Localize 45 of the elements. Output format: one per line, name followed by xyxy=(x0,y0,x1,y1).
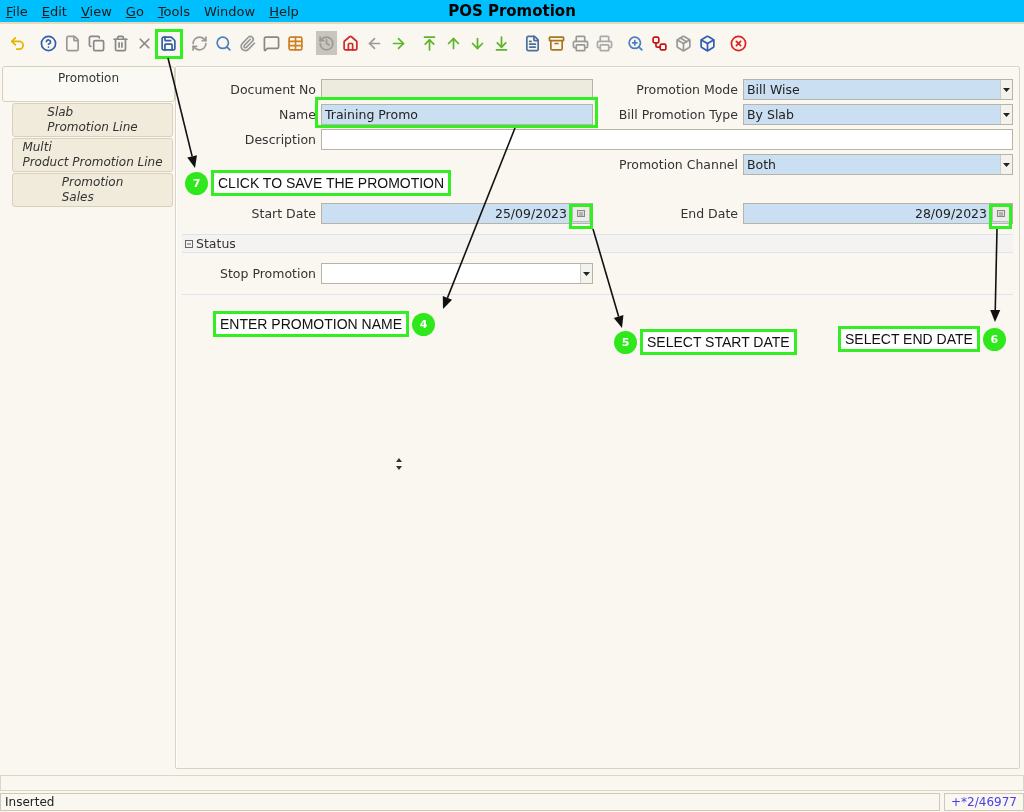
date-field[interactable]: 28/09/2023 xyxy=(743,203,1013,224)
field-label: Stop Promotion xyxy=(219,266,316,281)
menu-item[interactable]: Window xyxy=(203,3,256,19)
step-number: 7 xyxy=(185,171,208,195)
field-label: Start Date xyxy=(250,206,316,221)
callout-text: SELECT START DATE xyxy=(640,329,797,355)
dropdown-field[interactable]: By Slab xyxy=(743,104,1013,125)
tab[interactable]: Promotion xyxy=(2,66,175,102)
section-title: Status xyxy=(196,236,236,251)
field-label: Document No xyxy=(229,82,316,97)
menu-item[interactable]: Tools xyxy=(157,3,190,19)
tab[interactable]: Slab Promotion Line xyxy=(12,103,173,137)
callout-text: SELECT END DATE xyxy=(838,326,980,352)
field-label: Promotion Mode xyxy=(635,82,738,97)
step-number: 4 xyxy=(412,312,435,336)
step-number: 6 xyxy=(982,327,1006,351)
record-info: +*2/46977 xyxy=(944,793,1024,811)
tab[interactable]: Promotion Sales xyxy=(12,173,173,207)
section-header[interactable]: Status xyxy=(182,234,1013,253)
dropdown-field[interactable]: Bill Wise xyxy=(743,79,1013,100)
field-value: 25/09/2023 xyxy=(493,206,568,221)
callout-text: ENTER PROMOTION NAME xyxy=(213,311,409,337)
menu-item[interactable]: Help xyxy=(269,3,299,19)
field-value: By Slab xyxy=(746,107,795,122)
menu-item[interactable]: Edit xyxy=(41,3,67,19)
text-field[interactable]: Training Promo xyxy=(321,104,593,125)
callout-text: CLICK TO SAVE THE PROMOTION xyxy=(211,170,452,196)
step-number: 5 xyxy=(614,330,637,354)
dropdown-field[interactable]: Both xyxy=(743,154,1013,175)
field-value: Training Promo xyxy=(324,107,419,122)
field-label: Name xyxy=(278,107,316,122)
window-title: POS Promotion xyxy=(448,2,576,20)
tab[interactable]: Multi Product Promotion Line xyxy=(12,138,173,172)
field-label: Promotion Channel xyxy=(618,157,738,172)
field-value: 28/09/2023 xyxy=(913,206,988,221)
status-message: Inserted xyxy=(0,793,940,811)
menu-item[interactable]: File xyxy=(6,3,28,19)
field-label: End Date xyxy=(679,206,738,221)
date-field[interactable]: 25/09/2023 xyxy=(321,203,593,224)
field-value: Bill Wise xyxy=(746,82,801,97)
field-value: Both xyxy=(746,157,778,172)
field-label: Description xyxy=(243,132,316,147)
menu-item[interactable]: Go xyxy=(125,3,144,19)
field-label: Bill Promotion Type xyxy=(617,107,738,122)
menu-item[interactable]: View xyxy=(80,3,112,19)
